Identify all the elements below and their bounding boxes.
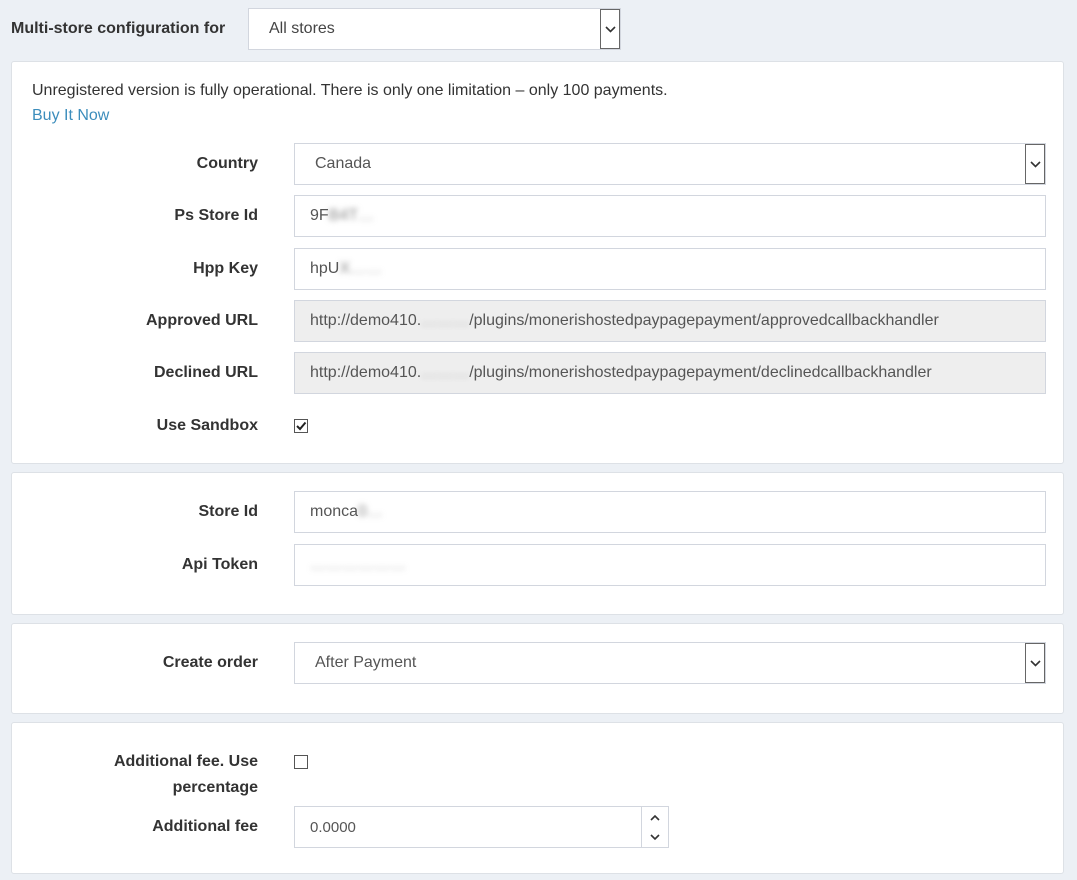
- ps-store-id-blurred: B4T…: [328, 207, 375, 224]
- store-id-value: monca: [310, 503, 359, 520]
- fee-panel: Additional fee. Use percentage Additiona…: [11, 722, 1064, 874]
- order-panel: Create order After Payment: [11, 623, 1064, 714]
- create-order-value: After Payment: [315, 654, 417, 671]
- declined-url-label: Declined URL: [153, 364, 258, 381]
- ps-store-id-input[interactable]: 9F B4T…: [294, 195, 1046, 237]
- declined-url-suffix: /plugins/monerishostedpaypagepayment/dec…: [469, 364, 932, 381]
- store-id-input[interactable]: monca 0…: [294, 491, 1046, 533]
- country-select[interactable]: Canada: [294, 143, 1046, 185]
- country-value: Canada: [315, 155, 372, 172]
- country-label: Country: [196, 155, 258, 172]
- create-order-select[interactable]: After Payment: [294, 642, 1046, 684]
- chevron-down-icon[interactable]: [642, 827, 668, 847]
- approved-url-blurred: ………: [421, 312, 470, 329]
- checkmark-icon: [294, 419, 308, 433]
- api-token-label: Api Token: [181, 556, 258, 573]
- use-percentage-row: Additional fee. Use percentage: [12, 749, 1063, 801]
- checkbox-empty-icon: [294, 755, 308, 769]
- ps-store-id-value: 9F: [310, 207, 329, 224]
- use-sandbox-checkbox[interactable]: [294, 419, 308, 433]
- settings-panel: Unregistered version is fully operationa…: [11, 61, 1064, 464]
- approved-url-input[interactable]: http://demo410.………/plugins/monerishosted…: [294, 300, 1046, 342]
- hpp-key-row: Hpp Key hpU X……: [12, 248, 1063, 290]
- store-select[interactable]: All stores: [248, 8, 621, 50]
- api-token-blurred: ………………: [310, 556, 406, 573]
- declined-url-row: Declined URL http://demo410.………/plugins/…: [12, 352, 1063, 394]
- buy-it-now-link[interactable]: Buy It Now: [32, 107, 109, 125]
- chevron-down-icon[interactable]: [1025, 643, 1045, 683]
- api-panel: Store Id monca 0… Api Token ………………: [11, 472, 1064, 615]
- store-id-blurred: 0…: [358, 503, 383, 520]
- hpp-key-label: Hpp Key: [193, 260, 258, 277]
- store-config-row: Multi-store configuration for All stores: [11, 8, 621, 50]
- store-id-row: Store Id monca 0…: [12, 491, 1063, 533]
- use-sandbox-row: Use Sandbox: [12, 413, 1063, 439]
- ps-store-id-row: Ps Store Id 9F B4T…: [12, 195, 1063, 237]
- hpp-key-blurred: X……: [339, 260, 383, 277]
- store-select-value: All stores: [269, 20, 335, 37]
- use-percentage-checkbox[interactable]: [294, 755, 308, 769]
- chevron-down-icon[interactable]: [600, 9, 620, 49]
- approved-url-suffix: /plugins/monerishostedpaypagepayment/app…: [469, 312, 939, 329]
- declined-url-input[interactable]: http://demo410.………/plugins/monerishosted…: [294, 352, 1046, 394]
- additional-fee-value: 0.0000: [310, 818, 356, 836]
- additional-fee-label: Additional fee: [152, 818, 258, 835]
- approved-url-prefix: http://demo410.: [310, 312, 422, 329]
- unregistered-notice: Unregistered version is fully operationa…: [32, 82, 668, 99]
- hpp-key-value: hpU: [310, 260, 340, 277]
- hpp-key-input[interactable]: hpU X……: [294, 248, 1046, 290]
- ps-store-id-label: Ps Store Id: [174, 207, 258, 224]
- create-order-label: Create order: [162, 654, 258, 671]
- store-id-label: Store Id: [198, 503, 258, 520]
- api-token-input[interactable]: ………………: [294, 544, 1046, 586]
- additional-fee-row: Additional fee 0.0000: [12, 806, 1063, 848]
- approved-url-row: Approved URL http://demo410.………/plugins/…: [12, 300, 1063, 342]
- chevron-up-icon[interactable]: [642, 807, 668, 827]
- api-token-row: Api Token ………………: [12, 544, 1063, 586]
- declined-url-blurred: ………: [421, 364, 470, 381]
- declined-url-prefix: http://demo410.: [310, 364, 422, 381]
- use-percentage-label: Additional fee. Use percentage: [113, 753, 258, 796]
- chevron-down-icon[interactable]: [1025, 144, 1045, 184]
- use-sandbox-label: Use Sandbox: [156, 417, 258, 434]
- fee-spinner[interactable]: [641, 807, 668, 847]
- country-row: Country Canada: [12, 143, 1063, 185]
- store-config-label: Multi-store configuration for: [11, 20, 226, 37]
- additional-fee-input[interactable]: 0.0000: [294, 806, 669, 848]
- approved-url-label: Approved URL: [146, 312, 258, 329]
- create-order-row: Create order After Payment: [12, 642, 1063, 684]
